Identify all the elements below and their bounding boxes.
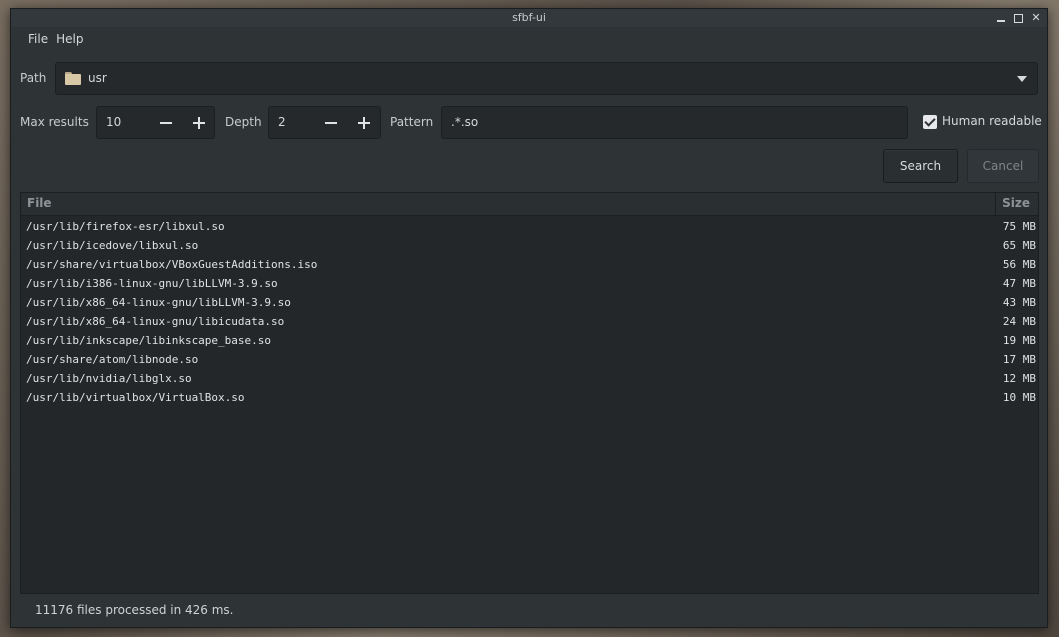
search-button[interactable]: Search: [883, 149, 958, 183]
size-cell: 24 MB: [1002, 315, 1036, 328]
size-cell: 19 MB: [1002, 334, 1036, 347]
size-cell: 65 MB: [1002, 239, 1036, 252]
chevron-down-icon[interactable]: [1017, 76, 1027, 82]
table-body: /usr/lib/firefox-esr/libxul.so 75 MB /usr…: [21, 217, 1038, 407]
max-results-decrement-button[interactable]: [156, 113, 176, 133]
pattern-input[interactable]: .*.so: [441, 106, 908, 139]
cancel-button[interactable]: Cancel: [967, 149, 1039, 183]
menu-bar: File Help: [11, 29, 91, 49]
title-bar[interactable]: sfbf-ui ✕: [11, 9, 1047, 27]
size-cell: 10 MB: [1002, 391, 1036, 404]
size-cell: 12 MB: [1002, 372, 1036, 385]
table-row[interactable]: /usr/share/atom/libnode.so 17 MB: [21, 350, 1038, 369]
table-row[interactable]: /usr/lib/inkscape/libinkscape_base.so 19 …: [21, 331, 1038, 350]
depth-spinner[interactable]: 2: [268, 106, 381, 139]
human-readable-label[interactable]: Human readable: [942, 114, 1042, 128]
menu-help[interactable]: Help: [56, 29, 91, 49]
table-row[interactable]: /usr/lib/nvidia/libglx.so 12 MB: [21, 369, 1038, 388]
pattern-value[interactable]: .*.so: [451, 115, 478, 129]
max-results-value[interactable]: 10: [106, 115, 121, 129]
menu-file[interactable]: File: [11, 29, 56, 49]
minimize-icon[interactable]: [996, 13, 1006, 23]
status-text: 11176 files processed in 426 ms.: [35, 603, 234, 617]
file-cell: /usr/lib/virtualbox/VirtualBox.so: [26, 391, 245, 404]
size-cell: 75 MB: [1002, 220, 1036, 233]
table-row[interactable]: /usr/lib/x86_64-linux-gnu/libLLVM-3.9.so…: [21, 293, 1038, 312]
max-results-label: Max results: [20, 115, 89, 129]
app-window: sfbf-ui ✕ File Help Path usr Max results…: [10, 8, 1048, 628]
close-icon[interactable]: ✕: [1031, 12, 1041, 23]
path-combobox[interactable]: usr: [55, 62, 1038, 95]
column-header-size[interactable]: Size: [1002, 196, 1030, 210]
max-results-increment-button[interactable]: [189, 113, 209, 133]
table-row[interactable]: /usr/share/virtualbox/VBoxGuestAdditions…: [21, 255, 1038, 274]
folder-icon: [65, 72, 81, 85]
file-cell: /usr/lib/nvidia/libglx.so: [26, 372, 192, 385]
file-cell: /usr/lib/icedove/libxul.so: [26, 239, 199, 252]
depth-value[interactable]: 2: [278, 115, 286, 129]
size-cell: 56 MB: [1002, 258, 1036, 271]
depth-label: Depth: [225, 115, 262, 129]
table-row[interactable]: /usr/lib/firefox-esr/libxul.so 75 MB: [21, 217, 1038, 236]
size-cell: 43 MB: [1002, 296, 1036, 309]
file-cell: /usr/lib/i386-linux-gnu/libLLVM-3.9.so: [26, 277, 278, 290]
size-cell: 47 MB: [1002, 277, 1036, 290]
human-readable-checkbox[interactable]: [923, 115, 937, 129]
depth-decrement-button[interactable]: [321, 113, 341, 133]
column-header-file[interactable]: File: [27, 196, 52, 210]
pattern-label: Pattern: [390, 115, 434, 129]
table-row[interactable]: /usr/lib/virtualbox/VirtualBox.so 10 MB: [21, 388, 1038, 407]
file-cell: /usr/lib/x86_64-linux-gnu/libLLVM-3.9.so: [26, 296, 291, 309]
file-cell: /usr/lib/inkscape/libinkscape_base.so: [26, 334, 272, 347]
max-results-spinner[interactable]: 10: [96, 106, 215, 139]
file-cell: /usr/lib/firefox-esr/libxul.so: [26, 220, 225, 233]
results-table[interactable]: File Size /usr/lib/firefox-esr/libxul.so…: [20, 192, 1039, 594]
file-cell: /usr/lib/x86_64-linux-gnu/libicudata.so: [26, 315, 285, 328]
depth-increment-button[interactable]: [354, 113, 374, 133]
table-row[interactable]: /usr/lib/x86_64-linux-gnu/libicudata.so 2…: [21, 312, 1038, 331]
path-label: Path: [20, 71, 47, 85]
column-divider: [995, 193, 996, 215]
table-row[interactable]: /usr/lib/icedove/libxul.so 65 MB: [21, 236, 1038, 255]
file-cell: /usr/share/virtualbox/VBoxGuestAdditions…: [26, 258, 318, 271]
window-title: sfbf-ui: [512, 11, 546, 24]
file-cell: /usr/share/atom/libnode.so: [26, 353, 199, 366]
table-row[interactable]: /usr/lib/i386-linux-gnu/libLLVM-3.9.so 47…: [21, 274, 1038, 293]
maximize-icon[interactable]: [1014, 13, 1023, 23]
window-controls: ✕: [996, 9, 1041, 27]
table-header: File Size: [21, 193, 1038, 216]
size-cell: 17 MB: [1002, 353, 1036, 366]
path-value: usr: [88, 71, 107, 85]
